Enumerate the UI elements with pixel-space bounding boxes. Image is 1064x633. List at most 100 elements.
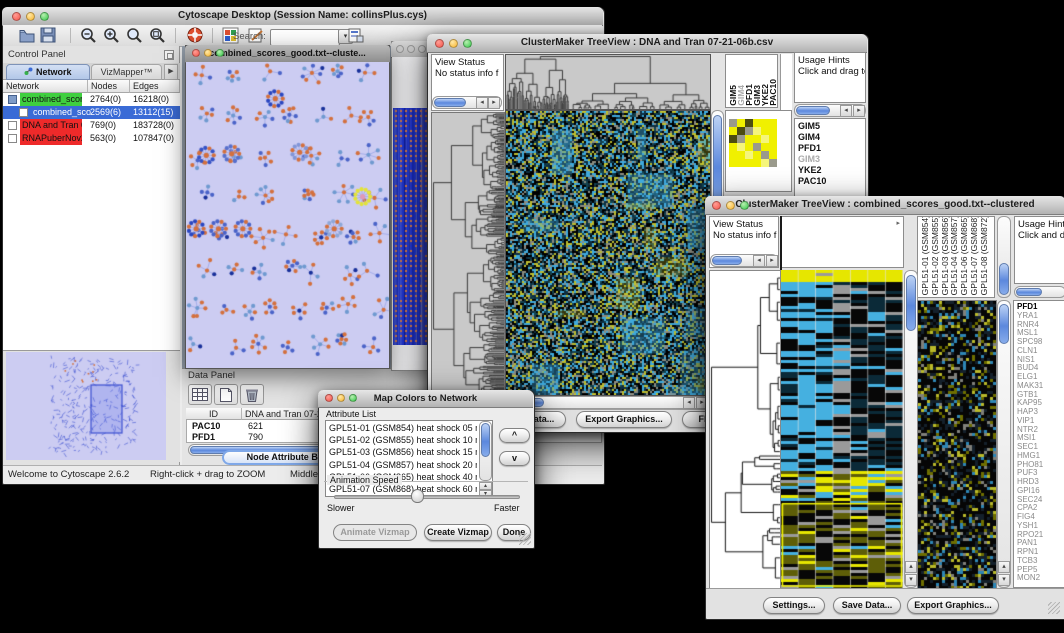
gene-label[interactable]: GIM3 bbox=[798, 154, 820, 164]
mini-heatmap-cell[interactable] bbox=[769, 151, 777, 159]
network-list-row[interactable]: DNA and Tran 07769(0)183728(0) bbox=[3, 119, 180, 132]
mini-heatmap-cell[interactable] bbox=[753, 143, 761, 151]
gene-label[interactable]: GIM5 bbox=[798, 121, 820, 131]
treeview2-labels-scrollbar[interactable] bbox=[997, 216, 1011, 298]
close-icon[interactable] bbox=[396, 45, 404, 53]
mini-heatmap-cell[interactable] bbox=[745, 135, 753, 143]
column-header-network[interactable]: Network bbox=[3, 80, 88, 93]
help-ring-icon[interactable] bbox=[186, 26, 204, 44]
scroll-right-icon[interactable]: ▸ bbox=[488, 97, 500, 109]
mini-heatmap-cell[interactable] bbox=[745, 151, 753, 159]
close-icon[interactable] bbox=[192, 49, 200, 57]
view-status-scroll-thumb[interactable] bbox=[434, 98, 466, 107]
usage-hints-scrollbar[interactable]: ◂ ▸ bbox=[794, 104, 866, 117]
mini-heatmap-cell[interactable] bbox=[729, 143, 737, 151]
dense-module-view[interactable] bbox=[393, 108, 427, 345]
search-input[interactable] bbox=[270, 29, 340, 46]
zoom-actual-icon[interactable] bbox=[126, 27, 144, 45]
treeview2-gene-scroll-thumb[interactable] bbox=[999, 304, 1009, 344]
column-label[interactable]: GPL51-01 (GSM854) bbox=[920, 216, 930, 295]
tab-network[interactable]: Network bbox=[6, 64, 90, 80]
network-canvas[interactable] bbox=[186, 62, 389, 368]
mini-heatmap-cell[interactable] bbox=[769, 159, 777, 167]
export-graphics-button[interactable]: Export Graphics... bbox=[576, 411, 672, 428]
minimize-icon[interactable] bbox=[407, 45, 415, 53]
mini-heatmap-cell[interactable] bbox=[769, 119, 777, 127]
mini-heatmap-cell[interactable] bbox=[769, 143, 777, 151]
birdseye-view[interactable] bbox=[6, 352, 166, 460]
attribute-row-value[interactable]: 790 bbox=[248, 432, 263, 442]
mini-heatmap-cell[interactable] bbox=[761, 119, 769, 127]
treeview1-title-bar[interactable]: ClusterMaker TreeView : DNA and Tran 07-… bbox=[427, 34, 867, 53]
close-icon[interactable] bbox=[325, 394, 333, 402]
mini-heatmap-cell[interactable] bbox=[761, 159, 769, 167]
attribute-list-item[interactable]: GPL51-04 (GSM857) heat shock 20 min bbox=[329, 460, 477, 470]
attribute-list-scroll-thumb[interactable] bbox=[481, 423, 490, 457]
mini-heatmap-cell[interactable] bbox=[769, 127, 777, 135]
treeview2-row-dendrogram[interactable] bbox=[709, 270, 781, 590]
usage-hints-scroll-thumb[interactable] bbox=[796, 106, 830, 115]
new-attribute-button[interactable] bbox=[214, 384, 238, 405]
mini-heatmap-cell[interactable] bbox=[737, 127, 745, 135]
mini-heatmap-cell[interactable] bbox=[753, 151, 761, 159]
mini-heatmap-cell[interactable] bbox=[729, 119, 737, 127]
mini-heatmap-cell[interactable] bbox=[761, 135, 769, 143]
treeview2-vscroll[interactable]: ▴ ▾ bbox=[904, 270, 918, 588]
create-vizmap-button[interactable]: Create Vizmap bbox=[424, 524, 492, 541]
scroll-up-icon[interactable]: ▴ bbox=[905, 561, 917, 573]
mini-heatmap-cell[interactable] bbox=[729, 159, 737, 167]
table-mode-button[interactable] bbox=[188, 384, 212, 405]
usage-hints-scrollbar[interactable] bbox=[1014, 286, 1064, 298]
mini-heatmap-cell[interactable] bbox=[737, 135, 745, 143]
treeview1-row-dendrogram[interactable] bbox=[431, 112, 505, 396]
attribute-list-item[interactable]: GPL51-03 (GSM856) heat shock 15 min bbox=[329, 447, 477, 457]
scroll-left-icon[interactable]: ◂ bbox=[476, 97, 488, 109]
view-status-scrollbar[interactable]: ◂ ▸ bbox=[432, 96, 502, 109]
mini-heatmap-cell[interactable] bbox=[745, 119, 753, 127]
column-label[interactable]: GPL51-02 (GSM855) bbox=[930, 216, 940, 295]
network-list-row[interactable]: combined_scores2764(0)16218(0) bbox=[3, 93, 180, 106]
mini-heatmap-cell[interactable] bbox=[729, 127, 737, 135]
column-label[interactable]: PAC10 bbox=[768, 79, 778, 106]
gene-label[interactable]: GIM4 bbox=[798, 132, 820, 142]
attribute-row-value[interactable]: 621 bbox=[248, 421, 263, 431]
mini-heatmap-cell[interactable] bbox=[729, 135, 737, 143]
network-list-row[interactable]: combined_sco2569(6)13112(15) bbox=[3, 106, 180, 119]
close-icon[interactable] bbox=[712, 201, 721, 210]
gene-label[interactable]: PAC10 bbox=[798, 176, 826, 186]
attribute-table-icon[interactable] bbox=[347, 27, 365, 44]
treeview1-column-dendrogram[interactable] bbox=[505, 54, 711, 110]
attribute-list-item[interactable]: GPL51-01 (GSM854) heat shock 05 min bbox=[329, 423, 477, 433]
column-label[interactable]: GPL51-04 (GSM857) bbox=[949, 216, 959, 295]
attribute-list-item[interactable]: GPL51-07 (GSM868) heat shock 60 min bbox=[329, 484, 477, 494]
mini-heatmap-cell[interactable] bbox=[761, 151, 769, 159]
gene-label[interactable]: PFD1 bbox=[798, 143, 821, 153]
animation-speed-slider[interactable] bbox=[334, 495, 520, 499]
more-tabs-icon[interactable]: ▶ bbox=[164, 64, 178, 80]
mini-heatmap-cell[interactable] bbox=[769, 135, 777, 143]
mini-heatmap-cell[interactable] bbox=[761, 143, 769, 151]
mini-heatmap-cell[interactable] bbox=[737, 119, 745, 127]
treeview2-gene-scrollbar[interactable]: ▴ ▾ bbox=[997, 300, 1011, 588]
gene-label[interactable]: MON2 bbox=[1017, 574, 1040, 583]
mini-heatmap-cell[interactable] bbox=[753, 135, 761, 143]
minimize-icon[interactable] bbox=[449, 39, 458, 48]
scroll-left-icon[interactable]: ◂ bbox=[683, 397, 695, 409]
zoom-in-icon[interactable] bbox=[103, 27, 121, 45]
zoom-window-icon[interactable] bbox=[418, 45, 426, 53]
treeview1-heatmap[interactable] bbox=[505, 110, 711, 396]
zoom-window-icon[interactable] bbox=[740, 201, 749, 210]
scroll-left-icon[interactable]: ◂ bbox=[753, 255, 765, 267]
mini-heatmap-cell[interactable] bbox=[745, 159, 753, 167]
attribute-list-item[interactable]: GPL51-02 (GSM855) heat shock 10 min bbox=[329, 435, 477, 445]
scroll-down-icon[interactable]: ▾ bbox=[998, 574, 1010, 586]
mini-heatmap-cell[interactable] bbox=[761, 127, 769, 135]
treeview2-labels-scroll-thumb[interactable] bbox=[999, 263, 1009, 295]
view-status-scroll-thumb[interactable] bbox=[712, 256, 742, 265]
gene-label[interactable]: YKE2 bbox=[798, 165, 822, 175]
zoom-window-icon[interactable] bbox=[40, 12, 49, 21]
mini-heatmap-cell[interactable] bbox=[753, 119, 761, 127]
mini-heatmap-cell[interactable] bbox=[745, 127, 753, 135]
network-list-row[interactable]: RNAPuberNov2+563(0)107847(0) bbox=[3, 132, 180, 145]
open-folder-icon[interactable] bbox=[18, 27, 36, 44]
